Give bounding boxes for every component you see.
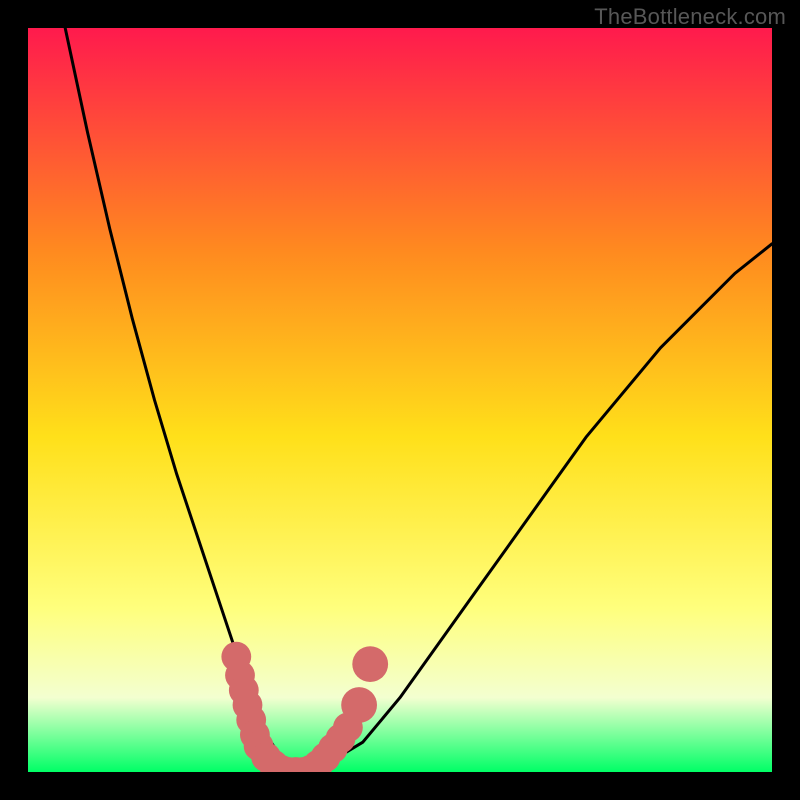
bottleneck-chart [28, 28, 772, 772]
plot-area [28, 28, 772, 772]
data-marker [341, 687, 377, 723]
data-marker [352, 646, 388, 682]
gradient-background [28, 28, 772, 772]
watermark-text: TheBottleneck.com [594, 4, 786, 30]
chart-frame: TheBottleneck.com [0, 0, 800, 800]
